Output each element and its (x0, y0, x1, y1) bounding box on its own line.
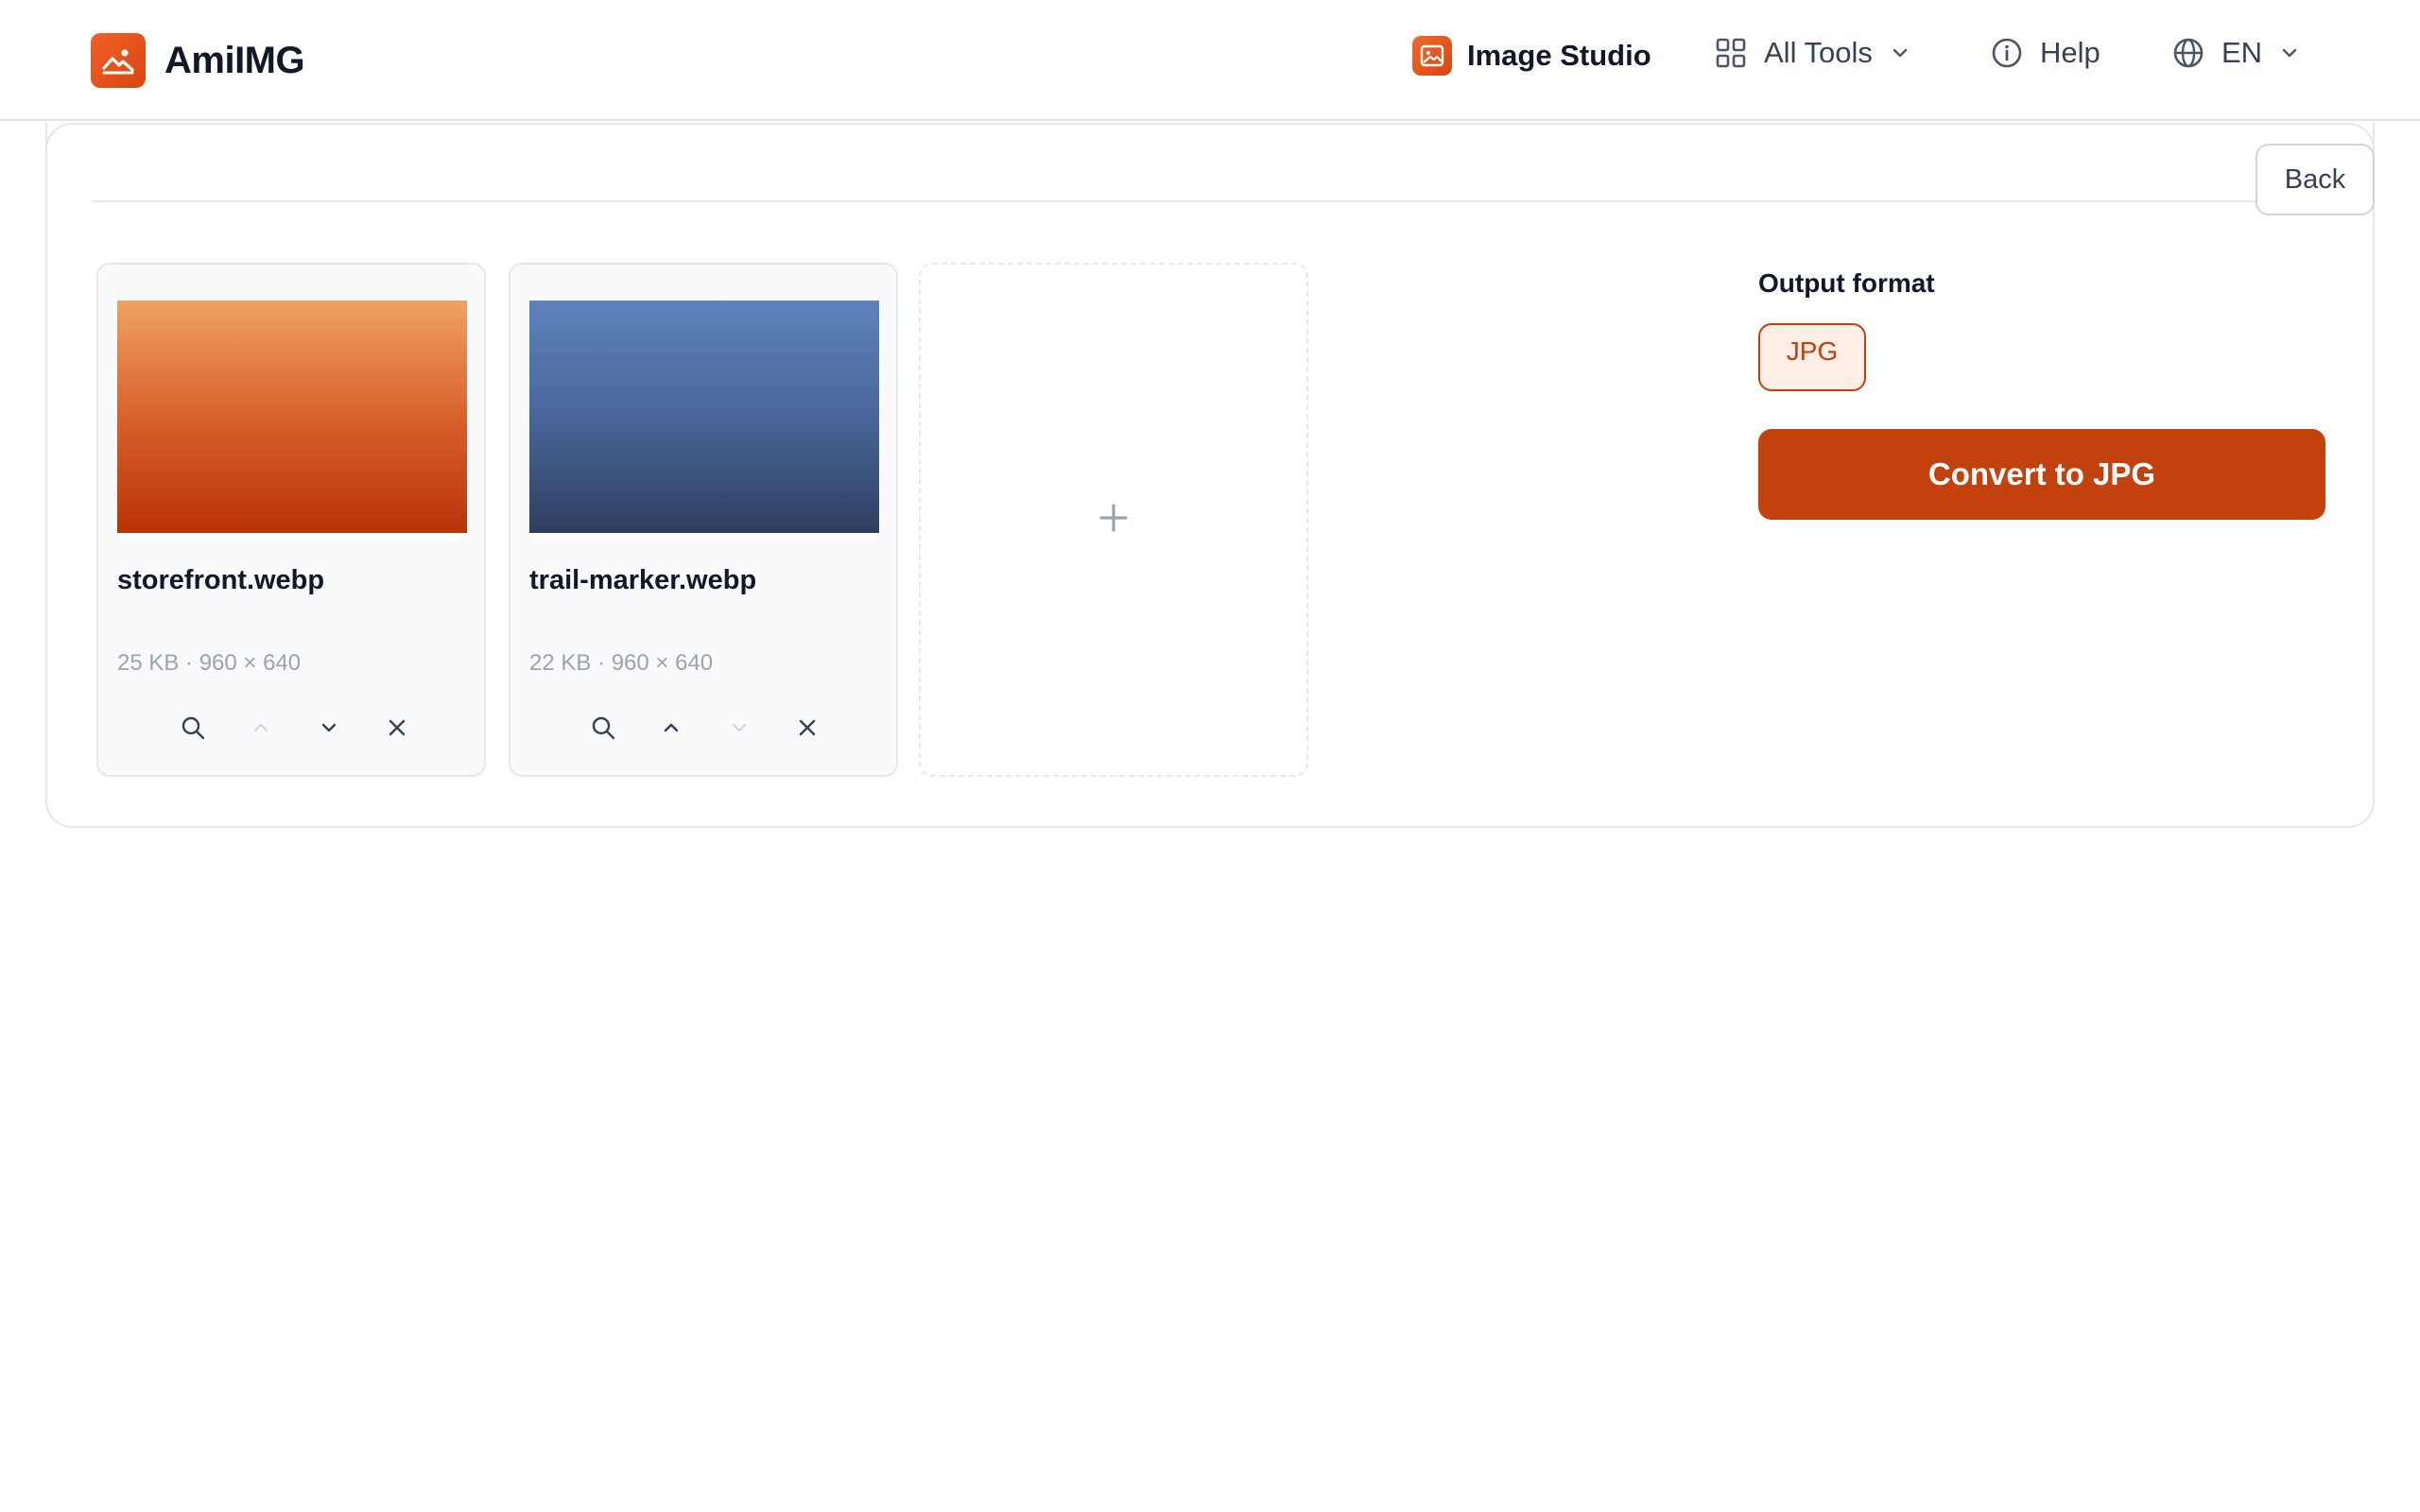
nav-all-tools-label: All Tools (1764, 36, 1873, 69)
back-button[interactable]: Back (2256, 144, 2375, 215)
language-selector[interactable]: EN (2172, 36, 2300, 70)
top-navigation-bar: AmiIMG Image Studio All Tools Help EN (0, 0, 2420, 121)
file-name: storefront.webp (117, 565, 325, 595)
file-thumbnail-frame (117, 301, 467, 539)
file-thumbnail-frame (529, 301, 879, 539)
globe-icon (2172, 37, 2204, 69)
plus-icon (1098, 502, 1130, 539)
brand-logo-icon (91, 33, 146, 88)
brand[interactable]: AmiIMG (91, 33, 305, 88)
move-down-icon[interactable] (720, 709, 758, 747)
output-format-label: Output format (1758, 268, 1935, 298)
nav-all-tools-dropdown[interactable]: All Tools (1715, 36, 1910, 70)
file-card: storefront.webp 25 KB · 960 × 640 (96, 263, 486, 777)
chevron-down-icon (2279, 43, 2300, 63)
grid-icon (1715, 37, 1747, 69)
brand-name: AmiIMG (164, 39, 305, 81)
nav-image-studio[interactable]: Image Studio (1412, 36, 1651, 76)
add-files-tile[interactable] (919, 263, 1308, 777)
zoom-preview-icon[interactable] (584, 709, 622, 747)
remove-file-icon[interactable] (788, 709, 826, 747)
nav-help-label: Help (2040, 36, 2100, 69)
chevron-down-icon (1890, 43, 1910, 63)
file-actions (510, 709, 896, 747)
file-meta: 25 KB · 960 × 640 (117, 650, 302, 676)
nav-help-link[interactable]: Help (1991, 36, 2100, 70)
convert-button[interactable]: Convert to JPG (1758, 429, 2325, 520)
file-meta: 22 KB · 960 × 640 (529, 650, 714, 676)
format-option-jpg[interactable]: JPG (1758, 323, 1866, 391)
move-up-icon[interactable] (242, 709, 280, 747)
move-down-icon[interactable] (310, 709, 348, 747)
file-thumbnail[interactable] (117, 301, 467, 533)
panel-divider (93, 200, 2257, 202)
file-name: trail-marker.webp (529, 565, 757, 595)
file-card: trail-marker.webp 22 KB · 960 × 640 (509, 263, 898, 777)
file-actions (98, 709, 484, 747)
image-studio-icon (1412, 36, 1452, 76)
zoom-preview-icon[interactable] (174, 709, 212, 747)
move-up-icon[interactable] (652, 709, 690, 747)
info-icon (1991, 37, 2023, 69)
file-thumbnail[interactable] (529, 301, 879, 533)
remove-file-icon[interactable] (378, 709, 416, 747)
nav-image-studio-label: Image Studio (1467, 39, 1651, 72)
language-label: EN (2221, 36, 2263, 69)
